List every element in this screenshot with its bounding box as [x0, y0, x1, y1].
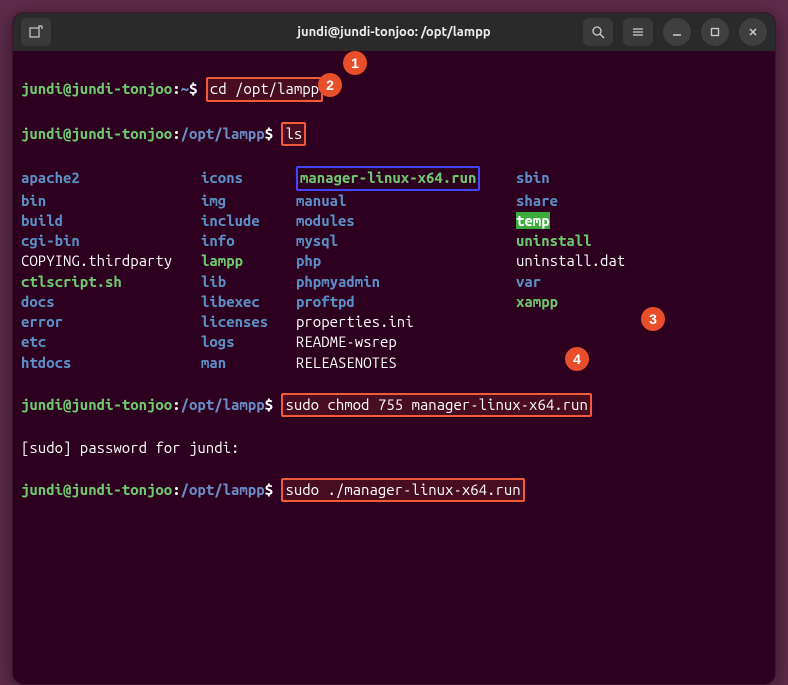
ls-item: RELEASENOTES	[296, 353, 516, 373]
ls-item: img	[201, 191, 296, 211]
ls-item: temp	[516, 211, 550, 231]
ls-item: docs	[21, 292, 201, 312]
ls-item: README-wsrep	[296, 332, 516, 352]
step-badge-3: 3	[641, 307, 665, 331]
ls-item: lampp	[201, 251, 296, 271]
ls-item: phpmyadmin	[296, 272, 516, 292]
cwd: /opt/lampp	[181, 396, 265, 413]
ls-item: sbin	[516, 168, 550, 188]
terminal-content[interactable]: jundi@jundi-tonjoo:~$ cd /opt/lampp jund…	[13, 51, 775, 684]
prompt-line-3: jundi@jundi-tonjoo:/opt/lampp$ sudo chmo…	[21, 393, 767, 417]
ls-item: info	[201, 231, 296, 251]
ls-item: ctlscript.sh	[21, 272, 201, 292]
ls-item: bin	[21, 191, 201, 211]
ls-item: cgi-bin	[21, 231, 201, 251]
step-badge-4: 4	[565, 347, 589, 371]
ls-row: ctlscript.shlibphpmyadminvar	[21, 272, 767, 292]
ls-row: etclogsREADME-wsrep	[21, 332, 767, 352]
cwd: /opt/lampp	[181, 481, 265, 498]
cwd: ~	[181, 80, 189, 97]
ls-item: man	[201, 353, 296, 373]
command-cd: cd /opt/lampp	[210, 80, 319, 97]
cmd-highlight-1: cd /opt/lampp	[206, 77, 323, 101]
ls-item: php	[296, 251, 516, 271]
ls-item: include	[201, 211, 296, 231]
step-badge-2: 2	[318, 73, 342, 97]
minimize-button[interactable]	[663, 18, 691, 46]
ls-item: logs	[201, 332, 296, 352]
step-badge-1: 1	[343, 51, 367, 75]
menu-button[interactable]	[623, 18, 653, 46]
ls-row: COPYING.thirdpartylamppphpuninstall.dat	[21, 251, 767, 271]
ls-item: lib	[201, 272, 296, 292]
ls-item: uninstall	[516, 231, 592, 251]
prompt-line-4: jundi@jundi-tonjoo:/opt/lampp$ sudo ./ma…	[21, 478, 767, 502]
terminal-window: jundi@jundi-tonjoo: /opt/lampp jundi@jun…	[12, 12, 776, 685]
ls-item: libexec	[201, 292, 296, 312]
command-chmod: sudo chmod 755 manager-linux-x64.run	[285, 396, 587, 413]
maximize-button[interactable]	[701, 18, 729, 46]
prompt-line-2: jundi@jundi-tonjoo:/opt/lampp$ ls	[21, 122, 767, 146]
ls-item: manual	[296, 191, 516, 211]
ls-item: htdocs	[21, 353, 201, 373]
ls-output: apache2iconsmanager-linux-x64.run sbin bin…	[21, 166, 767, 373]
user-host: jundi@jundi-tonjoo	[21, 481, 172, 498]
close-button[interactable]	[739, 18, 767, 46]
cwd: /opt/lampp	[181, 125, 265, 142]
ls-row: apache2iconsmanager-linux-x64.run sbin	[21, 166, 767, 190]
cmd-highlight-4: sudo ./manager-linux-x64.run	[281, 478, 524, 502]
user-host: jundi@jundi-tonjoo	[21, 396, 172, 413]
ls-row: buildincludemodulestemp	[21, 211, 767, 231]
cmd-highlight-2: ls	[281, 122, 306, 146]
ls-item: apache2	[21, 168, 201, 188]
command-ls: ls	[285, 125, 302, 142]
ls-item: COPYING.thirdparty	[21, 251, 201, 271]
search-button[interactable]	[583, 18, 613, 46]
ls-item: share	[516, 191, 558, 211]
ls-item: mysql	[296, 231, 516, 251]
ls-item: uninstall.dat	[516, 251, 625, 271]
prompt-line-1: jundi@jundi-tonjoo:~$ cd /opt/lampp	[21, 77, 767, 101]
manager-highlight: manager-linux-x64.run	[296, 166, 480, 190]
titlebar: jundi@jundi-tonjoo: /opt/lampp	[13, 13, 775, 51]
ls-item: icons	[201, 168, 296, 188]
ls-item: proftpd	[296, 292, 516, 312]
ls-item: build	[21, 211, 201, 231]
ls-item: error	[21, 312, 201, 332]
ls-item: xampp	[516, 292, 558, 312]
ls-item: licenses	[201, 312, 296, 332]
cmd-highlight-3: sudo chmod 755 manager-linux-x64.run	[281, 393, 591, 417]
sudo-password-line: [sudo] password for jundi:	[21, 438, 767, 458]
ls-item: var	[516, 272, 541, 292]
ls-row: htdocsmanRELEASENOTES	[21, 353, 767, 373]
ls-item: properties.ini	[296, 312, 516, 332]
ls-item: manager-linux-x64.run	[296, 166, 516, 190]
user-host: jundi@jundi-tonjoo	[21, 80, 172, 97]
ls-item: modules	[296, 211, 516, 231]
command-run: sudo ./manager-linux-x64.run	[285, 481, 520, 498]
ls-item: etc	[21, 332, 201, 352]
ls-row: binimgmanualshare	[21, 191, 767, 211]
user-host: jundi@jundi-tonjoo	[21, 125, 172, 142]
ls-row: cgi-bininfomysqluninstall	[21, 231, 767, 251]
new-tab-button[interactable]	[21, 18, 51, 46]
